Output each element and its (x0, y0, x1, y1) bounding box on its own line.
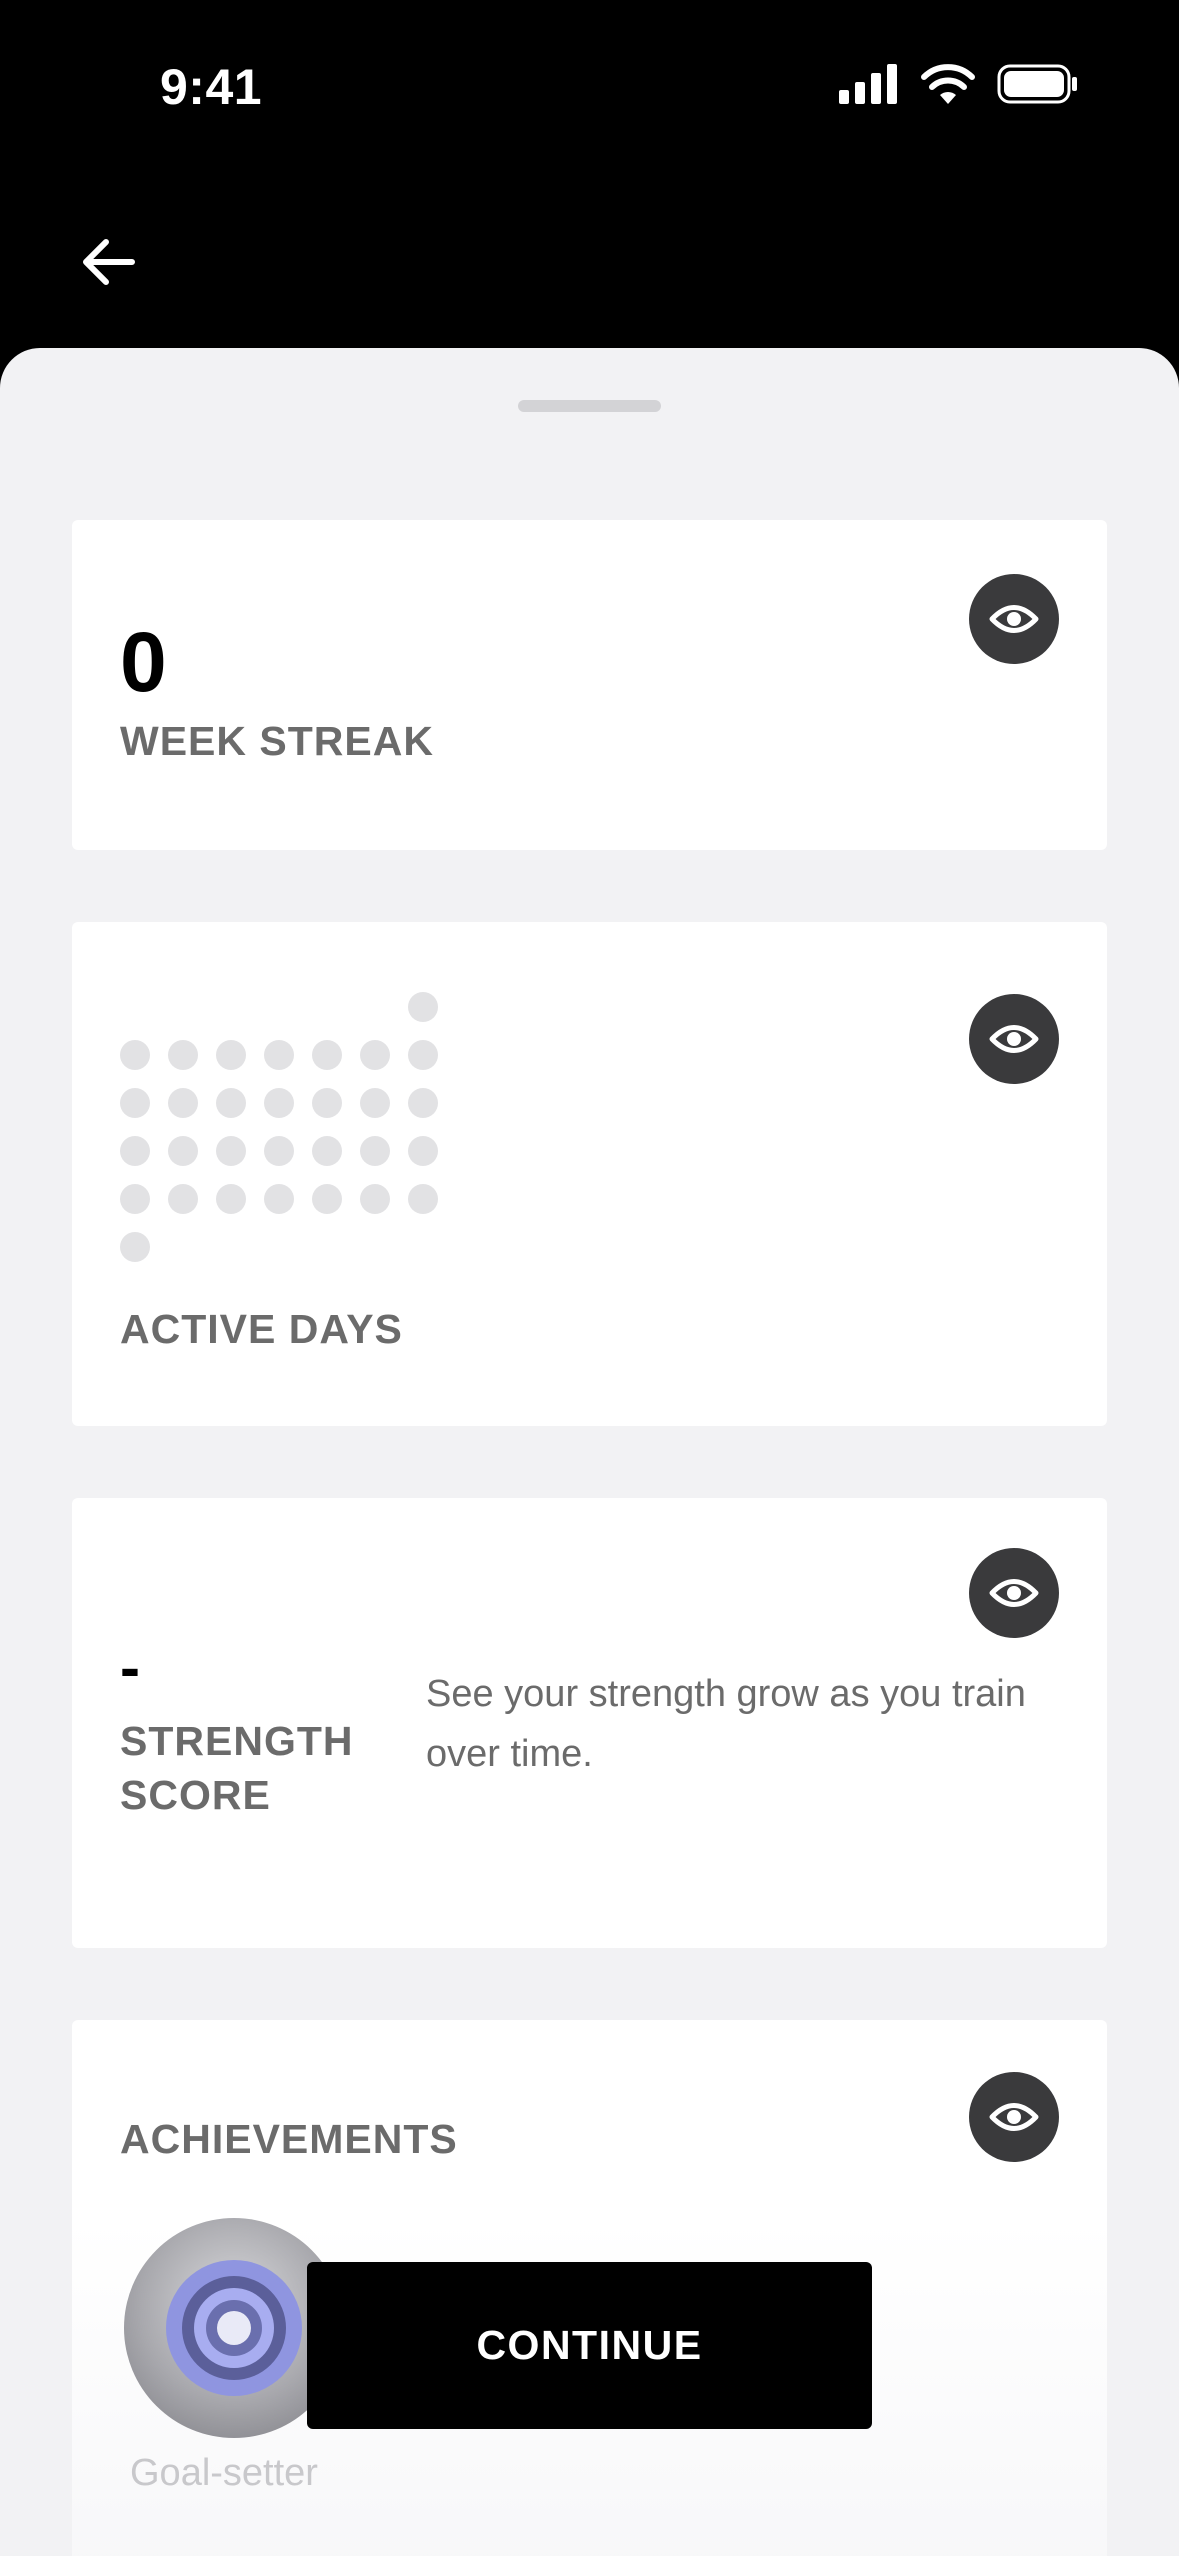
achievements-visibility-button[interactable] (969, 2072, 1059, 2162)
active-day-dot (168, 1088, 198, 1118)
battery-icon (997, 64, 1077, 104)
sheet-grabber[interactable] (518, 400, 661, 412)
strength-score-card: - STRENGTH SCORE See your strength grow … (72, 1498, 1107, 1948)
active-day-dot (216, 1088, 246, 1118)
active-day-dot (360, 1184, 390, 1214)
active-day-dot (408, 1184, 438, 1214)
streak-value: 0 (120, 615, 167, 709)
active-day-dot (408, 1040, 438, 1070)
active-day-dot (120, 1088, 150, 1118)
active-day-dot (408, 1088, 438, 1118)
active-day-dot (120, 1136, 150, 1166)
active-day-dot (216, 1040, 246, 1070)
active-day-dot (168, 1136, 198, 1166)
active-day-dot (168, 1040, 198, 1070)
continue-button[interactable]: CONTINUE (307, 2262, 872, 2429)
active-day-dot (264, 1088, 294, 1118)
active-days-label: ACTIVE DAYS (120, 1306, 403, 1352)
active-day-dot (360, 1040, 390, 1070)
active-days-visibility-button[interactable] (969, 994, 1059, 1084)
eye-icon (989, 605, 1039, 633)
strength-label-line1: STRENGTH (120, 1718, 354, 1764)
active-day-dot (408, 1136, 438, 1166)
bottom-sheet: 0 WEEK STREAK ACTIVE DAYS - STRENGTH SCO… (0, 348, 1179, 2556)
active-day-dot (120, 1232, 150, 1262)
active-day-dot (120, 1184, 150, 1214)
active-day-dot (120, 1040, 150, 1070)
eye-icon (989, 1025, 1039, 1053)
strength-label-line2: SCORE (120, 1772, 271, 1818)
badge-name: Goal-setter (130, 2452, 318, 2494)
streak-visibility-button[interactable] (969, 574, 1059, 664)
arrow-left-icon (83, 239, 135, 285)
strength-description: See your strength grow as you train over… (426, 1673, 1026, 1775)
active-day-dot (312, 1040, 342, 1070)
active-day-dot (168, 1184, 198, 1214)
active-day-dot (264, 1136, 294, 1166)
active-day-dot (264, 1040, 294, 1070)
active-day-dot (360, 1136, 390, 1166)
strength-visibility-button[interactable] (969, 1548, 1059, 1638)
streak-label: WEEK STREAK (120, 718, 434, 764)
back-button[interactable] (68, 222, 148, 302)
active-day-dot (360, 1088, 390, 1118)
status-time: 9:41 (160, 59, 263, 115)
status-icons (839, 64, 1079, 104)
active-day-dot (216, 1184, 246, 1214)
week-streak-card: 0 WEEK STREAK (72, 520, 1107, 850)
active-day-dot (408, 992, 438, 1022)
active-day-dot (312, 1184, 342, 1214)
active-day-dot (264, 1184, 294, 1214)
active-day-dot (216, 1136, 246, 1166)
active-days-card: ACTIVE DAYS (72, 922, 1107, 1426)
wifi-icon (921, 64, 975, 104)
active-days-grid (120, 992, 450, 1282)
cellular-signal-icon (839, 64, 897, 104)
strength-label: STRENGTH SCORE (120, 1714, 354, 1822)
active-day-dot (312, 1136, 342, 1166)
strength-value: - (120, 1634, 140, 1701)
status-bar: 9:41 (0, 0, 1179, 170)
target-icon (166, 2260, 302, 2396)
active-day-dot (312, 1088, 342, 1118)
eye-icon (989, 1579, 1039, 1607)
achievements-label: ACHIEVEMENTS (120, 2116, 458, 2162)
eye-icon (989, 2103, 1039, 2131)
